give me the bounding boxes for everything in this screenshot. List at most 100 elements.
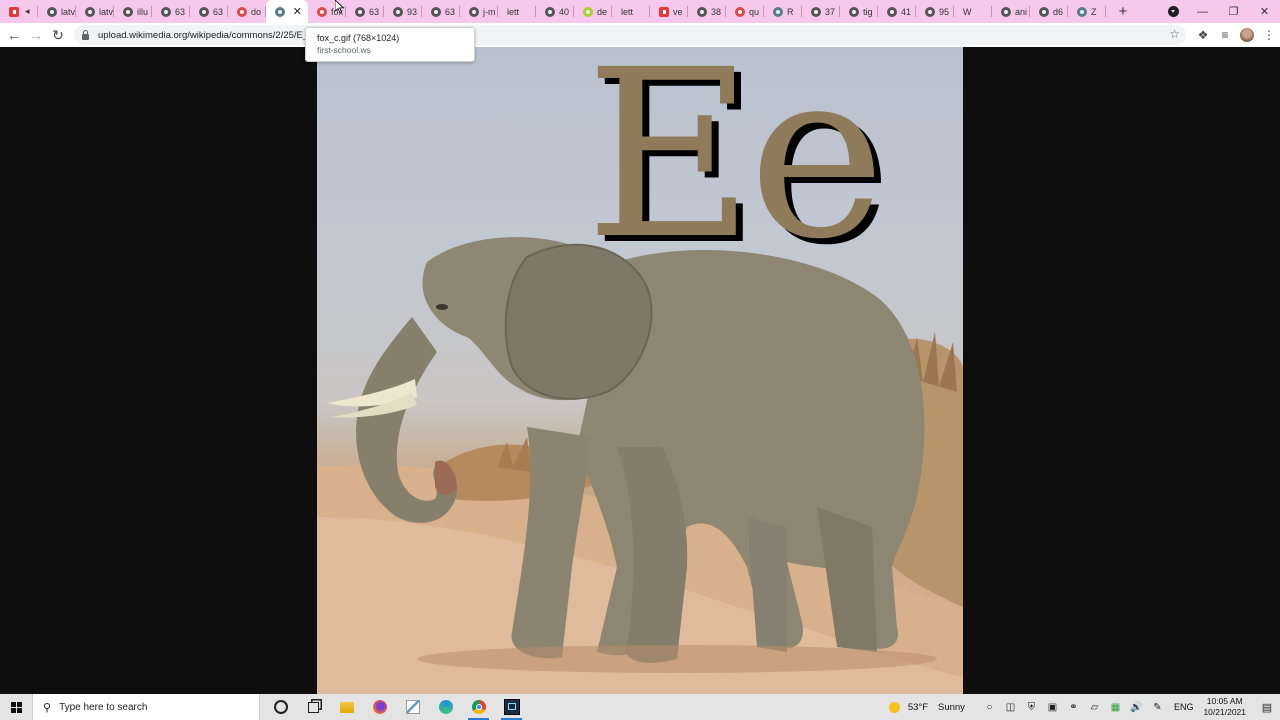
browser-tab[interactable]: qu: [726, 0, 764, 23]
restore-icon[interactable]: ❐: [1218, 5, 1249, 18]
weather-condition: Sunny: [938, 701, 965, 713]
browser-tab[interactable]: lett: [498, 0, 536, 23]
shield-icon[interactable]: ⛨: [1021, 702, 1042, 713]
browser-tab[interactable]: 63: [152, 0, 190, 23]
globe-icon: [355, 6, 365, 17]
close-tab-icon[interactable]: ✕: [293, 5, 302, 18]
menu-dots-icon[interactable]: ⋮: [1258, 28, 1280, 42]
sun-icon: [888, 701, 900, 713]
globe-icon: [1001, 6, 1011, 17]
search-icon: ⚲: [43, 701, 52, 714]
browser-tab[interactable]: 93: [384, 0, 422, 23]
browser-tab[interactable]: W: [954, 0, 992, 23]
browser-tab[interactable]: R: [764, 0, 802, 23]
file-explorer-button[interactable]: [330, 694, 363, 720]
globe-icon: [545, 6, 555, 17]
globe-icon: [161, 6, 171, 17]
browser-tab[interactable]: 63: [422, 0, 460, 23]
screen-app-icon: [503, 699, 520, 715]
browser-tab[interactable]: 37: [802, 0, 840, 23]
browser-tab[interactable]: 40: [536, 0, 574, 23]
globe-icon: [123, 6, 133, 17]
browser-tab[interactable]: do: [228, 0, 266, 23]
globe-icon: [925, 6, 935, 17]
weather-widget[interactable]: 53°F Sunny: [888, 701, 965, 713]
globe-icon: [811, 6, 821, 17]
browser-toolbar: ← → ↻ upload.wikimedia.org/wikipedia/com…: [0, 23, 1280, 47]
extensions-puzzle-icon[interactable]: ❖: [1192, 28, 1214, 42]
volume-icon[interactable]: 🔊: [1126, 702, 1147, 713]
taskbar-search-box[interactable]: ⚲ Type here to search: [32, 694, 260, 720]
tab-label: 63: [213, 6, 224, 17]
clock[interactable]: 10:05 AM 10/21/2021: [1203, 696, 1246, 718]
wikimedia-icon: [1077, 6, 1087, 17]
tab-label: 37: [825, 6, 836, 17]
bookmark-star-icon[interactable]: ☆: [1169, 27, 1180, 41]
pen-tray-icon[interactable]: ✎: [1147, 702, 1168, 713]
globe-icon: [1039, 6, 1049, 17]
globe-icon: [469, 6, 479, 17]
browser-tab[interactable]: ✕: [266, 0, 308, 23]
edge-button[interactable]: [429, 694, 462, 720]
ladybug-icon: [237, 6, 247, 17]
network-icon[interactable]: ⚭: [1063, 702, 1084, 713]
browser-tab[interactable]: 95: [916, 0, 954, 23]
tab-label: 63: [369, 6, 380, 17]
tab-search-icon[interactable]: [1168, 6, 1179, 17]
meet-now-icon[interactable]: ○: [979, 702, 1000, 713]
start-button[interactable]: [0, 694, 32, 720]
browser-tab[interactable]: 38: [688, 0, 726, 23]
browser-tab[interactable]: de: [574, 0, 612, 23]
speaker-icon[interactable]: ◂: [25, 6, 30, 17]
chrome-button[interactable]: [462, 694, 495, 720]
camera-icon[interactable]: ▣: [1042, 702, 1063, 713]
search-placeholder: Type here to search: [59, 701, 148, 713]
language-indicator[interactable]: ENG: [1174, 702, 1194, 712]
windows-taskbar: ⚲ Type here to search 53°F Sunny ○ ◫ ⛨ ▣…: [0, 694, 1280, 720]
browser-tab[interactable]: 63: [190, 0, 228, 23]
browser-tab[interactable]: ◂: [0, 0, 38, 23]
browser-tab[interactable]: tig: [840, 0, 878, 23]
pen-app-button[interactable]: [396, 694, 429, 720]
notification-icon[interactable]: ▤: [1254, 701, 1280, 714]
terminal-button[interactable]: [495, 694, 528, 720]
elephant-letter-image[interactable]: Ee: [317, 47, 963, 694]
close-window-icon[interactable]: ✕: [1249, 5, 1280, 18]
forward-icon[interactable]: →: [25, 27, 47, 43]
browser-tab[interactable]: illu: [114, 0, 152, 23]
reload-icon[interactable]: ↻: [47, 27, 69, 44]
lock-icon[interactable]: [82, 29, 89, 40]
browser-tab[interactable]: latv: [38, 0, 76, 23]
edge-icon: [438, 700, 453, 714]
cortana-icon: [273, 700, 288, 714]
browser-tab[interactable]: lett: [612, 0, 650, 23]
tab-label: 63: [175, 6, 186, 17]
ladybug-icon: [735, 6, 745, 17]
browser-tab[interactable]: d6: [1030, 0, 1068, 23]
browser-tab[interactable]: 63: [346, 0, 384, 23]
window-controls: — ❐ ✕: [1187, 0, 1280, 23]
firefox-button[interactable]: [363, 694, 396, 720]
reading-list-icon[interactable]: ≡: [1214, 28, 1236, 42]
new-tab-button[interactable]: +: [1112, 3, 1134, 20]
browser-tab[interactable]: latv: [76, 0, 114, 23]
task-view-button[interactable]: [297, 694, 330, 720]
browser-tab[interactable]: j-m: [460, 0, 498, 23]
browser-tab[interactable]: 41: [878, 0, 916, 23]
green-app-icon[interactable]: ▦: [1105, 702, 1126, 713]
back-icon[interactable]: ←: [3, 27, 25, 43]
tab-label: j-m: [483, 6, 496, 17]
monitor-icon[interactable]: ◫: [1000, 702, 1021, 713]
browser-tab[interactable]: ve: [650, 0, 688, 23]
globe-icon: [47, 6, 57, 17]
avatar[interactable]: [1240, 28, 1254, 42]
toolbar-actions: ❖ ≡ ⋮: [1192, 23, 1280, 47]
browser-tab[interactable]: Z: [1068, 0, 1106, 23]
minimize-icon[interactable]: —: [1187, 6, 1218, 18]
tab-label: ve: [673, 6, 683, 17]
browser-tab[interactable]: ani: [992, 0, 1030, 23]
tab-label: illu: [137, 6, 149, 17]
usb-icon[interactable]: ▱: [1084, 702, 1105, 713]
cortana-button[interactable]: [264, 694, 297, 720]
address-bar[interactable]: upload.wikimedia.org/wikipedia/commons/2…: [74, 25, 1186, 45]
